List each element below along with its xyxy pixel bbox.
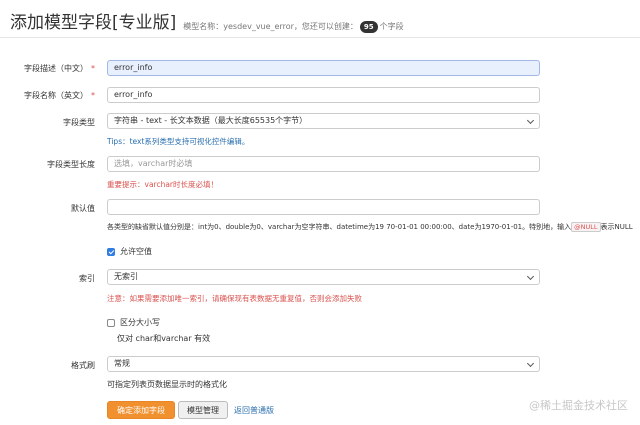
case-sensitive-label: 区分大小写 [120, 318, 160, 327]
checkbox-checked-icon[interactable] [107, 247, 115, 256]
field-desc-input[interactable]: error_info [107, 60, 540, 76]
page-header: 添加模型字段[专业版] 模型名称：yesdev_vue_error，您还可以创建… [10, 8, 404, 34]
header-divider [0, 37, 640, 38]
field-name-input[interactable]: error_info [107, 87, 540, 103]
default-value-help-text: 各类型的缺省默认值分别是：int为0、double为0、varchar为空字符串… [107, 223, 572, 231]
index-warning: 注意：如果需要添加唯一索引，请确保现有表数据无重复值，否则会添加失败 [107, 294, 362, 303]
field-length-warning: 重要提示：varchar时长度必填！ [107, 180, 219, 189]
default-value-label: 默认值 [71, 204, 95, 213]
default-value-help-suffix: 表示NULL [600, 223, 633, 231]
back-to-standard-link[interactable]: 返回普通版 [234, 405, 274, 416]
case-sensitive-note: 仅对 char和varchar 有效 [117, 334, 211, 343]
field-desc-label: 字段描述（中文） * [24, 63, 95, 74]
allow-null-checkbox[interactable]: 允许空值 [107, 246, 152, 257]
formatter-label: 格式刷 [71, 361, 95, 370]
field-type-select[interactable]: 字符串 - text - 长文本数据（最大长度65535个字节） [107, 113, 540, 129]
index-select[interactable]: 无索引 [107, 269, 540, 285]
null-code: @NULL [571, 222, 601, 232]
index-label: 索引 [79, 274, 95, 283]
model-info-text: 模型名称：yesdev_vue_error，您还可以创建： [183, 22, 358, 31]
field-desc-label-text: 字段描述（中文） [24, 64, 88, 73]
case-sensitive-checkbox[interactable]: 区分大小写 [107, 317, 160, 328]
checkbox-unchecked-icon[interactable] [107, 318, 115, 327]
field-type-label: 字段类型 [63, 118, 95, 127]
formatter-select[interactable]: 常规 [107, 356, 540, 372]
allow-null-label: 允许空值 [120, 247, 152, 256]
field-length-label: 字段类型长度 [47, 160, 95, 169]
page-title: 添加模型字段[专业版] [10, 13, 177, 33]
watermark: @稀土掘金技术社区 [529, 399, 628, 412]
formatter-help: 可指定列表页数据显示时的格式化 [107, 380, 227, 389]
model-manage-button[interactable]: 模型管理 [178, 401, 228, 419]
field-name-label-text: 字段名称（英文） [24, 91, 88, 100]
required-mark: * [91, 64, 95, 73]
model-info: 模型名称：yesdev_vue_error，您还可以创建： 95 个字段 [183, 20, 404, 34]
field-type-tips: Tips：text系列类型支持可视化控件编辑。 [107, 137, 250, 146]
model-info-suffix: 个字段 [379, 22, 404, 31]
default-value-help: 各类型的缺省默认值分别是：int为0、double为0、varchar为空字符串… [107, 222, 633, 232]
field-name-label: 字段名称（英文） * [24, 90, 95, 101]
submit-add-field-button[interactable]: 确定添加字段 [107, 401, 175, 419]
remaining-count-badge: 95 [359, 21, 378, 33]
required-mark: * [91, 91, 95, 100]
field-length-input[interactable]: 选填，varchar时必填 [107, 156, 540, 172]
default-value-input[interactable] [107, 199, 540, 215]
